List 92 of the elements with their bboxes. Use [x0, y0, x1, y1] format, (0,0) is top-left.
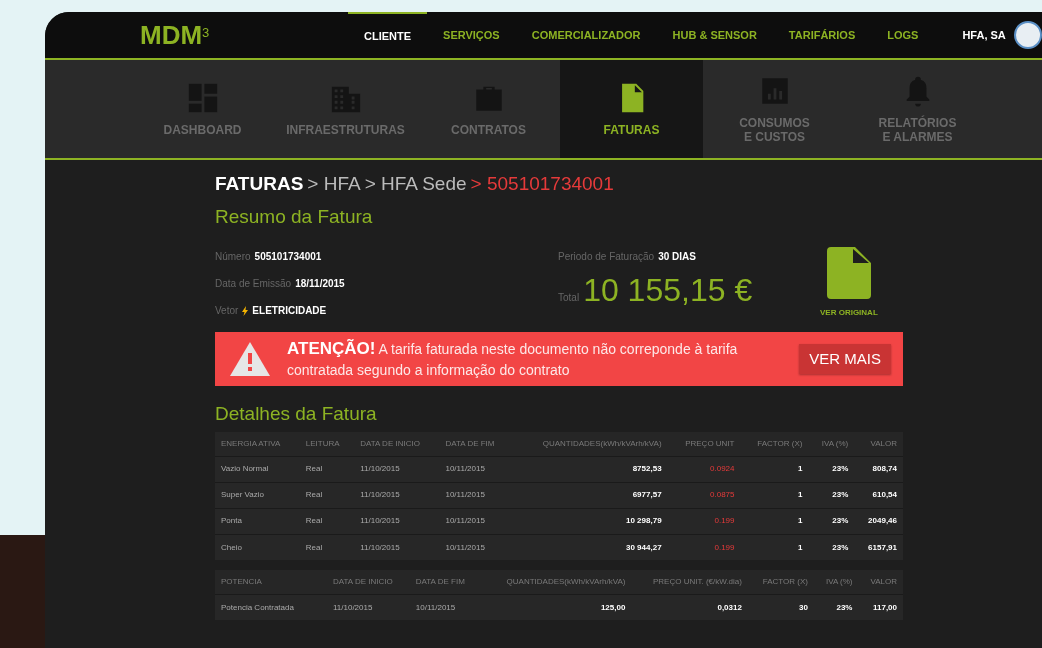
- table-cell: 23%: [808, 482, 855, 509]
- table-cell: 10/11/2015: [439, 534, 513, 561]
- nav-tab[interactable]: COMERCIALIZADOR: [515, 12, 657, 59]
- table-cell: 23%: [813, 594, 859, 621]
- column-header: DATA DE FIM: [439, 432, 513, 457]
- table-cell: Real: [299, 456, 355, 483]
- bolt-icon: [242, 305, 249, 316]
- table-cell: 610,54: [854, 482, 903, 509]
- nav-tab[interactable]: TARIFÁRIOS: [772, 12, 872, 59]
- table-cell: 0.0875: [667, 482, 741, 509]
- table-cell: 23%: [808, 508, 855, 535]
- table-cell: 0.199: [667, 534, 741, 561]
- column-header: IVA (%): [813, 570, 859, 595]
- table-cell: Real: [299, 534, 355, 561]
- table-cell: 808,74: [854, 456, 903, 483]
- table-cell: 1: [740, 508, 809, 535]
- field-value: 30 DIAS: [658, 250, 696, 264]
- table-cell: 11/10/2015: [354, 508, 440, 535]
- table-cell: 10/11/2015: [439, 508, 513, 535]
- table-cell: Real: [299, 482, 355, 509]
- breadcrumb-item: > 505101734001: [470, 172, 614, 196]
- section-title: Resumo da Fatura: [215, 204, 374, 229]
- user-name[interactable]: HFA, SA: [962, 26, 1006, 44]
- column-header: ENERGIA ATIVA: [215, 432, 300, 457]
- logo: MDM$^{3}$: [140, 18, 211, 52]
- table-cell: 1: [740, 534, 809, 561]
- field-label: Periodo de Faturação: [558, 250, 655, 264]
- nav-tab[interactable]: LOGS: [871, 12, 935, 59]
- table-cell: 8752,53: [512, 456, 668, 483]
- table-cell: 6977,57: [512, 482, 668, 509]
- field-label: Total: [558, 291, 580, 305]
- section-title: Detalhes da Fatura: [215, 401, 378, 426]
- column-header: DATA DE INICIO: [326, 570, 410, 595]
- section-tab[interactable]: FATURAS: [560, 60, 703, 158]
- alert-message: ATENÇÃO! A tarifa faturada neste documento não correponde à tarifa contratada segundo a informação do contrato: [287, 338, 739, 380]
- view-original-link[interactable]: VER ORIGINAL: [820, 307, 878, 319]
- table-cell: 1: [740, 456, 809, 483]
- nav-tab[interactable]: HUB & SENSOR: [656, 12, 773, 59]
- field-value: ELETRICIDADE: [252, 304, 327, 318]
- table-cell: 11/10/2015: [354, 456, 440, 483]
- field-label: Data de Emissão: [215, 277, 292, 291]
- field-label: Vetor: [215, 304, 239, 318]
- table-cell: Super Vazio: [215, 482, 300, 509]
- total-amount: 10 155,15 €: [583, 271, 753, 310]
- column-header: PREÇO UNIT: [667, 432, 741, 457]
- column-header: PREÇO UNIT. (€/kW.dia): [631, 570, 748, 595]
- table-cell: 11/10/2015: [326, 594, 410, 621]
- column-header: VALOR: [854, 432, 903, 457]
- table-cell: Cheio: [215, 534, 300, 561]
- table-cell: 0,0312: [631, 594, 748, 621]
- table-cell: 10/11/2015: [409, 594, 481, 621]
- column-header: QUANTIDADES(kWh/kVArh/kVA): [512, 432, 668, 457]
- table-cell: 6157,91: [854, 534, 903, 561]
- table-cell: 30: [747, 594, 814, 621]
- column-header: POTENCIA: [215, 570, 314, 595]
- column-header: IVA (%): [808, 432, 855, 457]
- table-cell: 10/11/2015: [439, 456, 513, 483]
- column-header: DATA DE FIM: [409, 570, 481, 595]
- document-icon[interactable]: [826, 247, 871, 299]
- view-more-button[interactable]: VER MAIS: [799, 343, 891, 375]
- table-cell: Ponta: [215, 508, 300, 535]
- table-cell: 30 944,27: [512, 534, 668, 561]
- table-cell: 10 298,79: [512, 508, 668, 535]
- table-cell: 10/11/2015: [439, 482, 513, 509]
- table-cell: 1: [740, 482, 809, 509]
- nav-tab[interactable]: SERVIÇOS: [427, 12, 516, 59]
- field-value: 18/11/2015: [295, 277, 345, 291]
- table-cell: 11/10/2015: [354, 482, 440, 509]
- table-cell: 117,00: [858, 594, 903, 621]
- column-header: DATA DE INICIO: [354, 432, 440, 457]
- table-cell: 0.0924: [667, 456, 741, 483]
- field-value: 505101734001: [254, 250, 322, 264]
- table-cell: Real: [299, 508, 355, 535]
- table-cell: 23%: [808, 534, 855, 561]
- table-cell: Potencia Contratada: [215, 594, 314, 621]
- table-cell: 2049,46: [854, 508, 903, 535]
- column-header: LEITURA: [299, 432, 355, 457]
- table-cell: 11/10/2015: [354, 534, 440, 561]
- column-header: VALOR: [858, 570, 903, 595]
- column-header: QUANTIDADES(kWh/kVArh/kVA): [480, 570, 632, 595]
- table-cell: 0.199: [667, 508, 741, 535]
- warning-icon: [229, 340, 271, 377]
- breadcrumb-item[interactable]: FATURAS: [215, 170, 304, 199]
- column-header: FACTOR (X): [747, 570, 814, 595]
- table-cell: Vazio Normal: [215, 456, 300, 483]
- table-cell: 23%: [808, 456, 855, 483]
- field-label: Número: [215, 250, 251, 264]
- table-cell: 125,00: [480, 594, 632, 621]
- breadcrumb-item[interactable]: > HFA: [307, 170, 361, 199]
- avatar-icon[interactable]: [1013, 21, 1042, 49]
- column-header: FACTOR (X): [740, 432, 809, 457]
- breadcrumb-item[interactable]: > HFA Sede: [364, 170, 467, 199]
